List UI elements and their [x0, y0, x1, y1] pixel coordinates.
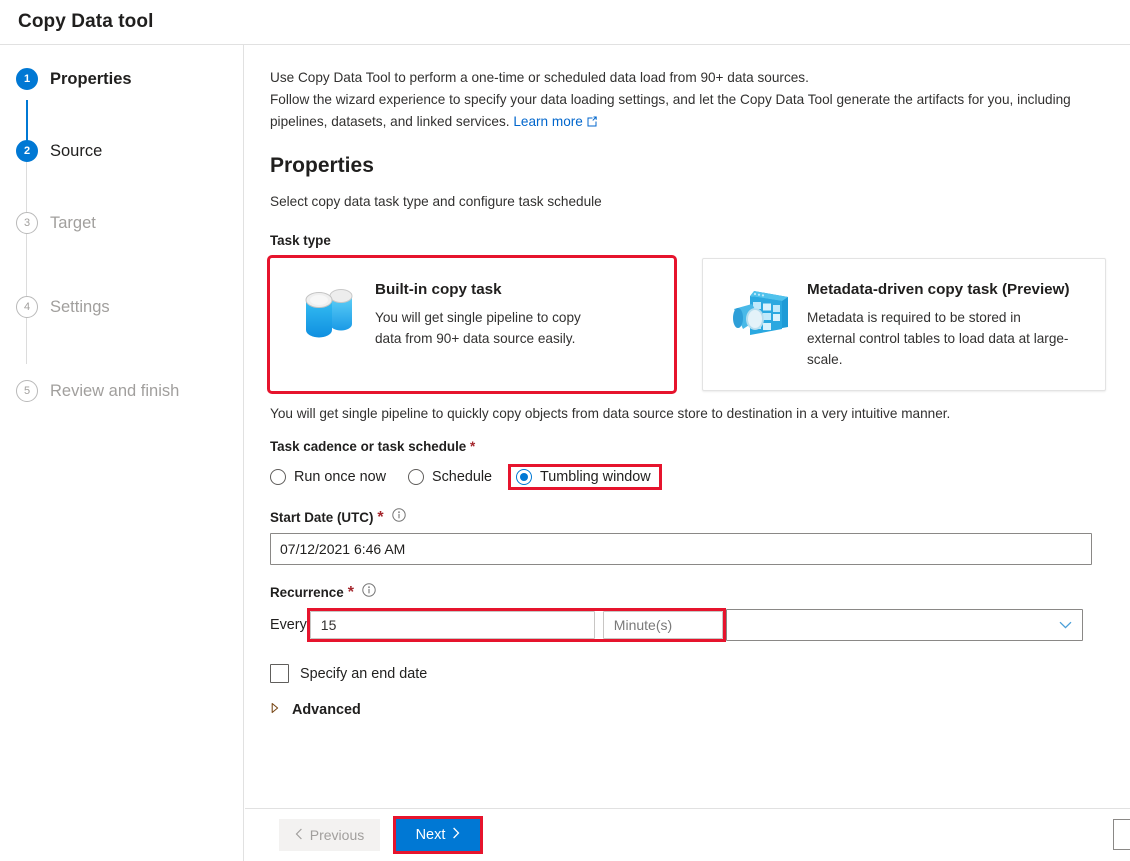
intro-line-2: Follow the wizard experience to specify … [270, 89, 1112, 111]
radio-label: Schedule [432, 469, 492, 485]
radio-ring [270, 469, 286, 485]
intro-line-1: Use Copy Data Tool to perform a one-time… [270, 67, 1112, 89]
wizard-sidebar: 1 Properties 2 Source 3 Target 4 Setting… [0, 45, 244, 861]
step-connector-2-3 [26, 160, 27, 220]
sidebar-step-properties[interactable]: 1 Properties [16, 67, 243, 91]
step-number-badge: 4 [16, 296, 38, 318]
sidebar-step-label: Review and finish [50, 382, 179, 401]
specify-end-date-label: Specify an end date [300, 666, 427, 682]
sidebar-step-label: Target [50, 214, 96, 233]
cadence-label: Task cadence or task schedule * [270, 439, 1112, 454]
start-date-label-row: Start Date (UTC) * [270, 508, 1112, 527]
sidebar-step-label: Source [50, 142, 102, 161]
sidebar-step-label: Properties [50, 70, 132, 89]
required-marker: * [470, 439, 475, 454]
chevron-right-icon [270, 701, 280, 719]
required-marker: * [348, 584, 354, 602]
card-text: Metadata-driven copy task (Preview) Meta… [801, 279, 1070, 370]
main-content: Use Copy Data Tool to perform a one-time… [245, 45, 1130, 719]
recurrence-highlight [307, 608, 726, 642]
recurrence-label: Recurrence [270, 585, 344, 600]
step-number-badge: 3 [16, 212, 38, 234]
start-date-label: Start Date (UTC) [270, 510, 373, 525]
window-title: Copy Data tool [0, 11, 153, 33]
step-number-badge: 1 [16, 68, 38, 90]
sidebar-step-settings[interactable]: 4 Settings [16, 295, 243, 319]
radio-run-once-now[interactable]: Run once now [270, 469, 386, 485]
radio-label: Run once now [294, 469, 386, 485]
specify-end-date-checkbox[interactable] [270, 664, 289, 683]
recurrence-label-row: Recurrence * [270, 583, 1112, 602]
wizard-footer: Previous Next [245, 808, 1130, 861]
metadata-table-lens-icon [725, 279, 801, 343]
required-marker: * [377, 509, 383, 527]
previous-button[interactable]: Previous [279, 819, 380, 851]
intro-line-3-wrapper: pipelines, datasets, and linked services… [270, 111, 1112, 134]
tumbling-window-highlight: Tumbling window [508, 464, 662, 490]
partial-corner-button[interactable] [1113, 819, 1130, 850]
info-circle-icon[interactable] [392, 508, 406, 527]
sidebar-step-label: Settings [50, 298, 110, 317]
radio-label: Tumbling window [540, 469, 651, 485]
step-number-badge: 2 [16, 140, 38, 162]
sidebar-step-review-and-finish[interactable]: 5 Review and finish [16, 379, 243, 403]
cadence-radio-group: Run once now Schedule Tumbling window [270, 464, 1112, 490]
info-circle-icon[interactable] [362, 583, 376, 602]
step-number-badge: 5 [16, 380, 38, 402]
sidebar-step-target[interactable]: 3 Target [16, 211, 243, 235]
chevron-down-icon [1059, 616, 1072, 634]
task-type-label: Task type [270, 233, 1112, 248]
recurrence-unit-dropdown[interactable] [726, 609, 1083, 641]
task-type-card-built-in-copy[interactable]: Built-in copy task You will get single p… [270, 258, 674, 391]
wizard-steps: 1 Properties 2 Source 3 Target 4 Setting… [0, 45, 243, 403]
database-cylinders-icon [293, 279, 369, 343]
advanced-label: Advanced [292, 702, 361, 718]
window-titlebar: Copy Data tool [0, 0, 1130, 45]
next-button-highlight: Next [393, 816, 483, 854]
page-subtitle: Select copy data task type and configure… [270, 194, 1112, 209]
page-title: Properties [270, 154, 1112, 178]
recurrence-every-label: Every [270, 617, 307, 633]
card-text: Built-in copy task You will get single p… [369, 279, 607, 349]
cadence-label-text: Task cadence or task schedule [270, 439, 466, 454]
radio-ring [516, 469, 532, 485]
card-title: Built-in copy task [375, 281, 607, 298]
card-title: Metadata-driven copy task (Preview) [807, 281, 1070, 298]
recurrence-row: Every [270, 608, 1112, 642]
task-type-card-metadata-driven[interactable]: Metadata-driven copy task (Preview) Meta… [702, 258, 1106, 391]
recurrence-interval-input[interactable] [310, 611, 595, 639]
start-date-input[interactable] [270, 533, 1092, 565]
task-type-cards: Built-in copy task You will get single p… [270, 258, 1112, 391]
intro-line-3: pipelines, datasets, and linked services… [270, 114, 510, 129]
card-description: You will get single pipeline to copy dat… [375, 307, 607, 349]
learn-more-link[interactable]: Learn more [513, 114, 583, 129]
radio-tumbling-window[interactable]: Tumbling window [516, 469, 651, 485]
external-link-icon[interactable] [586, 112, 598, 134]
chevron-left-icon [295, 827, 303, 843]
card-description: Metadata is required to be stored in ext… [807, 307, 1069, 370]
chevron-right-icon [452, 827, 460, 843]
intro-text: Use Copy Data Tool to perform a one-time… [270, 67, 1112, 134]
next-button[interactable]: Next [396, 819, 480, 851]
copy-data-tool-window: Copy Data tool 1 Properties 2 Source 3 T… [0, 0, 1130, 861]
advanced-toggle[interactable]: Advanced [270, 701, 1112, 719]
previous-button-label: Previous [310, 827, 364, 843]
recurrence-unit-input[interactable] [603, 611, 723, 639]
next-button-label: Next [416, 827, 446, 843]
specify-end-date-row[interactable]: Specify an end date [270, 664, 1112, 683]
task-type-note: You will get single pipeline to quickly … [270, 406, 1112, 421]
sidebar-step-source[interactable]: 2 Source [16, 139, 243, 163]
main-panel: Use Copy Data Tool to perform a one-time… [245, 45, 1130, 861]
radio-ring [408, 469, 424, 485]
radio-schedule[interactable]: Schedule [408, 469, 492, 485]
